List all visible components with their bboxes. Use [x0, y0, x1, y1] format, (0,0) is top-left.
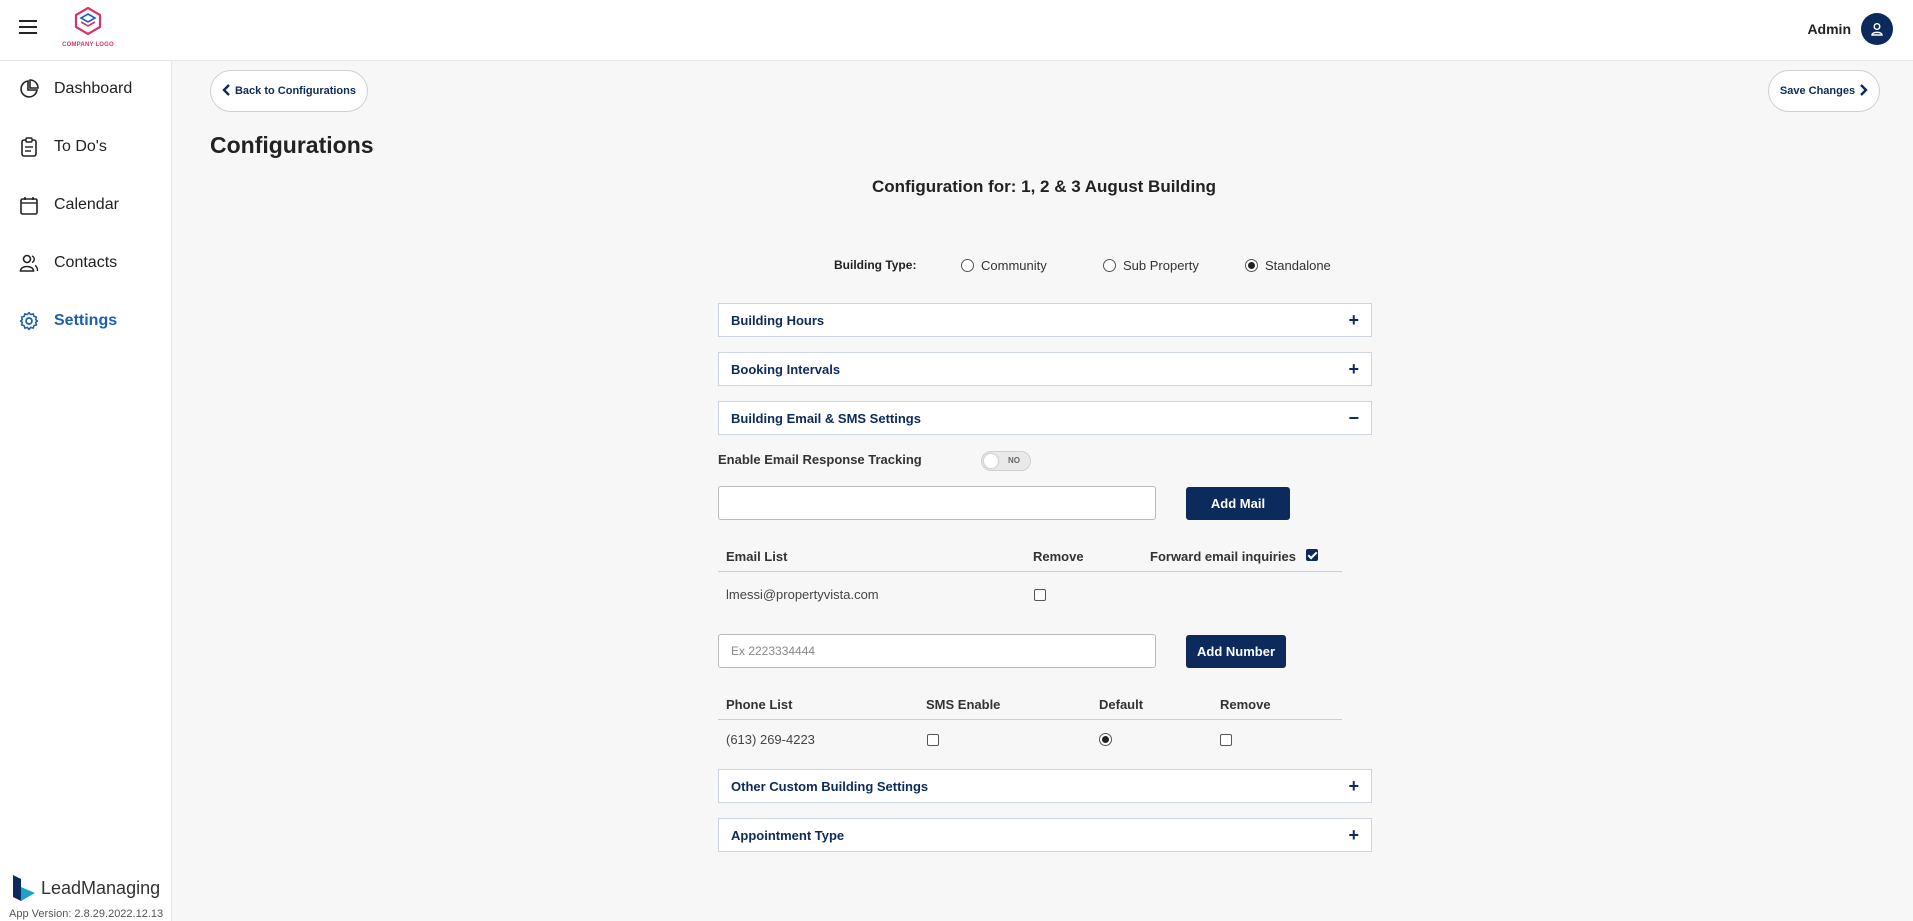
toggle-state-label: NO — [1008, 456, 1020, 465]
phone-input[interactable] — [718, 634, 1156, 668]
page-title: Configurations — [210, 132, 374, 158]
clipboard-icon — [18, 136, 40, 158]
email-list-header: Email List — [726, 549, 788, 564]
accordion-building-hours[interactable]: Building Hours + — [718, 303, 1372, 337]
contacts-icon — [18, 252, 40, 274]
email-cell: lmessi@propertyvista.com — [726, 587, 879, 602]
accordion-title: Building Hours — [731, 312, 825, 328]
add-number-button[interactable]: Add Number — [1186, 635, 1286, 668]
sidebar-item-label: Dashboard — [54, 80, 133, 97]
accordion-other-custom-settings[interactable]: Other Custom Building Settings + — [718, 769, 1372, 803]
remove-header: Remove — [1220, 697, 1271, 712]
plus-icon[interactable]: + — [1348, 826, 1359, 844]
building-type-community-radio[interactable]: Community — [961, 258, 1047, 273]
sidebar-item-calendar[interactable]: Calendar — [18, 194, 119, 216]
sidebar-item-label: Contacts — [54, 254, 118, 271]
brand-name: LeadManaging — [41, 877, 161, 898]
back-button-label: Back to Configurations — [234, 85, 356, 97]
leadmanaging-logo-icon — [13, 875, 35, 901]
calendar-icon — [18, 194, 40, 216]
user-icon — [1871, 23, 1883, 36]
sidebar-item-label: To Do's — [54, 138, 107, 155]
radio-button[interactable] — [1103, 259, 1116, 272]
pie-chart-icon — [18, 78, 40, 100]
accordion-title: Appointment Type — [731, 827, 845, 843]
save-button-label: Save Changes — [1779, 85, 1856, 97]
email-tracking-toggle[interactable]: NO — [981, 451, 1031, 471]
email-tracking-label: Enable Email Response Tracking — [718, 452, 922, 467]
remove-phone-checkbox[interactable] — [1220, 734, 1232, 746]
building-type-label: Building Type: — [834, 258, 917, 272]
sms-enable-header: SMS Enable — [926, 697, 1001, 712]
building-type-subproperty-radio[interactable]: Sub Property — [1103, 258, 1199, 273]
radio-button[interactable] — [961, 259, 974, 272]
accordion-title: Booking Intervals — [731, 361, 841, 377]
default-header: Default — [1099, 697, 1144, 712]
accordion-title: Building Email & SMS Settings — [731, 410, 921, 426]
sms-enable-checkbox[interactable] — [927, 734, 939, 746]
back-to-configurations-button[interactable]: Back to Configurations — [210, 70, 368, 112]
chevron-right-icon — [1859, 83, 1868, 99]
email-input[interactable] — [718, 486, 1156, 520]
radio-label: Community — [981, 258, 1047, 273]
accordion-title: Other Custom Building Settings — [731, 778, 929, 794]
configuration-subtitle: Configuration for: 1, 2 & 3 August Build… — [871, 177, 1217, 196]
radio-button-selected[interactable] — [1099, 733, 1112, 746]
app-version: App Version: 2.8.29.2022.12.13 — [9, 908, 164, 920]
gear-icon — [18, 310, 40, 332]
plus-icon[interactable]: + — [1348, 360, 1359, 378]
sidebar-item-settings[interactable]: Settings — [18, 310, 117, 332]
plus-icon[interactable]: + — [1348, 777, 1359, 795]
default-phone-radio[interactable] — [1099, 733, 1112, 746]
accordion-email-sms-settings[interactable]: Building Email & SMS Settings − — [718, 401, 1372, 435]
company-logo[interactable]: COMPANY LOGO — [58, 6, 118, 50]
building-type-standalone-radio[interactable]: Standalone — [1245, 258, 1331, 273]
logo-text: COMPANY LOGO — [62, 42, 114, 48]
logo-hexagon-icon — [74, 6, 102, 36]
sidebar-item-contacts[interactable]: Contacts — [18, 252, 117, 274]
hamburger-menu-icon[interactable] — [19, 20, 37, 34]
forward-inquiries-header: Forward email inquiries — [1150, 549, 1296, 564]
minus-icon[interactable]: − — [1348, 409, 1359, 427]
toggle-knob — [984, 454, 998, 468]
sidebar-item-label: Settings — [54, 312, 118, 329]
remove-email-checkbox[interactable] — [1034, 589, 1046, 601]
add-mail-button[interactable]: Add Mail — [1186, 487, 1290, 520]
accordion-appointment-type[interactable]: Appointment Type + — [718, 818, 1372, 852]
remove-header: Remove — [1033, 549, 1084, 564]
phone-cell: (613) 269-4223 — [726, 732, 815, 747]
top-bar: COMPANY LOGO Admin — [0, 0, 1913, 61]
avatar[interactable] — [1861, 13, 1893, 45]
accordion-booking-intervals[interactable]: Booking Intervals + — [718, 352, 1372, 386]
forward-inquiries-checkbox[interactable] — [1306, 549, 1318, 561]
save-changes-button[interactable]: Save Changes — [1768, 70, 1880, 112]
radio-label: Sub Property — [1123, 258, 1199, 273]
sidebar-item-label: Calendar — [54, 196, 119, 213]
user-menu[interactable]: Admin — [1807, 13, 1893, 45]
email-table-header: Email List Remove Forward email inquirie… — [718, 540, 1342, 572]
radio-button-selected[interactable] — [1245, 259, 1258, 272]
sidebar-item-dashboard[interactable]: Dashboard — [18, 78, 132, 100]
brand-logo: LeadManaging — [11, 873, 160, 903]
sidebar-item-todos[interactable]: To Do's — [18, 136, 107, 158]
phone-table-header: Phone List SMS Enable Default Remove — [718, 688, 1342, 720]
chevron-left-icon — [222, 83, 231, 99]
user-name: Admin — [1807, 21, 1851, 37]
radio-label: Standalone — [1265, 258, 1331, 273]
phone-list-header: Phone List — [726, 697, 793, 712]
plus-icon[interactable]: + — [1348, 311, 1359, 329]
